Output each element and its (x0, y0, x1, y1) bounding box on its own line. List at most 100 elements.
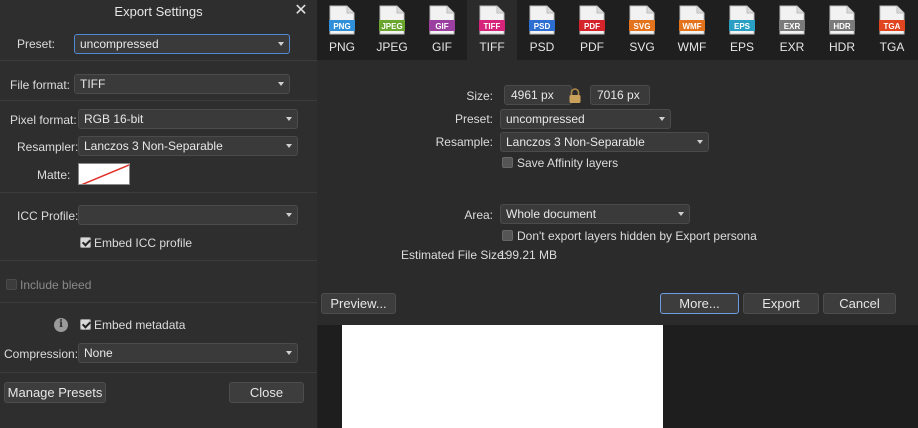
matte-label: Matte: (37, 168, 71, 182)
include-bleed-label: Include bleed (20, 278, 92, 292)
tab-label: EXR (779, 40, 805, 54)
tab-tiff[interactable]: TIFF TIFF (467, 0, 517, 60)
file-badge-text: TGA (884, 22, 901, 31)
preset-select[interactable]: uncompressed (74, 34, 290, 54)
resampler-value: Lanczos 3 Non-Separable (84, 139, 223, 153)
preview-button[interactable]: Preview... (321, 293, 396, 314)
chevron-down-icon (278, 42, 284, 46)
resample-value: Lanczos 3 Non-Separable (506, 135, 645, 149)
chevron-down-icon (286, 351, 292, 355)
resampler-label: Resampler: (17, 140, 79, 154)
wmf-file-icon: WMF (679, 5, 705, 35)
tab-hdr[interactable]: HDR HDR (817, 0, 867, 60)
svg-file-icon: SVG (629, 5, 655, 35)
tiff-file-icon: TIFF (479, 5, 505, 35)
tab-label: HDR (829, 40, 855, 54)
estimated-size-value: 199.21 MB (499, 248, 558, 262)
tab-label: PDF (580, 40, 604, 54)
icc-profile-select[interactable] (78, 205, 298, 225)
size-label: Size: (466, 89, 493, 103)
divider (0, 260, 317, 261)
resampler-select[interactable]: Lanczos 3 Non-Separable (78, 136, 298, 156)
chevron-down-icon (678, 212, 684, 216)
manage-presets-button[interactable]: Manage Presets (4, 382, 106, 403)
preset-label: Preset: (454, 112, 493, 126)
file-format-select[interactable]: TIFF (74, 74, 290, 94)
save-affinity-checkbox[interactable] (502, 157, 513, 168)
jpeg-file-icon: JPEG (379, 5, 405, 35)
tab-label: TGA (879, 40, 905, 54)
file-badge-text: JPEG (381, 22, 402, 31)
close-button[interactable]: Close (229, 382, 304, 403)
tab-label: JPEG (376, 40, 408, 54)
tab-label: EPS (729, 40, 754, 54)
matte-color-swatch[interactable] (78, 163, 130, 185)
gif-file-icon: GIF (429, 5, 455, 35)
info-icon[interactable]: i (54, 318, 68, 332)
close-icon[interactable]: ✕ (293, 2, 309, 20)
cancel-button[interactable]: Cancel (823, 293, 896, 314)
embed-metadata-checkbox[interactable] (80, 319, 91, 330)
more-button[interactable]: More... (660, 293, 739, 314)
divider (0, 60, 317, 61)
include-bleed-checkbox[interactable] (6, 279, 17, 290)
chevron-down-icon (286, 117, 292, 121)
file-badge-text: HDR (833, 22, 851, 31)
tab-eps[interactable]: EPS EPS (717, 0, 767, 60)
resample-select[interactable]: Lanczos 3 Non-Separable (500, 132, 709, 152)
no-color-slash-icon (81, 164, 129, 184)
file-badge-text: PNG (333, 22, 350, 31)
resample-label: Resample: (435, 135, 493, 149)
file-badge-text: EPS (734, 22, 751, 31)
compression-select[interactable]: None (78, 343, 298, 363)
pixel-format-select[interactable]: RGB 16-bit (78, 109, 298, 129)
lock-icon[interactable] (568, 88, 582, 104)
height-input[interactable]: 7016 px (590, 85, 650, 105)
document-preview (342, 325, 663, 428)
panel-title: Export Settings (114, 4, 203, 19)
pdf-file-icon: PDF (579, 5, 605, 35)
tab-label: WMF (677, 40, 707, 54)
file-badge-text: PDF (584, 22, 600, 31)
save-affinity-label: Save Affinity layers (517, 156, 619, 170)
chevron-down-icon (286, 144, 292, 148)
file-badge-text: WMF (682, 22, 701, 31)
dont-export-hidden-checkbox[interactable] (502, 230, 513, 241)
tab-psd[interactable]: PSD PSD (517, 0, 567, 60)
chevron-down-icon (697, 140, 703, 144)
tab-tga[interactable]: TGA TGA (867, 0, 917, 60)
tab-pdf[interactable]: PDF PDF (567, 0, 617, 60)
tab-jpeg[interactable]: JPEG JPEG (367, 0, 417, 60)
tab-exr[interactable]: EXR EXR (767, 0, 817, 60)
tab-png[interactable]: PNG PNG (317, 0, 367, 60)
tab-gif[interactable]: GIF GIF (417, 0, 467, 60)
psd-file-icon: PSD (529, 5, 555, 35)
preset-value: uncompressed (506, 112, 585, 126)
pixel-format-label: Pixel format: (10, 113, 77, 127)
pixel-format-value: RGB 16-bit (84, 112, 144, 126)
export-button[interactable]: Export (743, 293, 819, 314)
export-settings-panel: Export Settings ✕ Preset: uncompressed F… (0, 0, 318, 428)
divider (0, 192, 317, 193)
area-label: Area: (464, 208, 493, 222)
tab-label: PNG (328, 40, 355, 54)
area-select[interactable]: Whole document (500, 204, 690, 224)
divider (0, 100, 317, 101)
preset-select[interactable]: uncompressed (500, 109, 671, 129)
format-tab-bar: PNG PNG JPEG JPEG GIF GIF TIFF TIFF PSD PSD PDF PDF… (317, 0, 918, 60)
eps-file-icon: EPS (729, 5, 755, 35)
exr-file-icon: EXR (779, 5, 805, 35)
file-badge-text: PSD (534, 22, 551, 31)
file-badge-text: GIF (435, 22, 448, 31)
tab-label: TIFF (479, 40, 505, 54)
tab-svg[interactable]: SVG SVG (617, 0, 667, 60)
embed-icc-checkbox[interactable] (80, 237, 91, 248)
file-badge-text: TIFF (484, 22, 501, 31)
estimated-size-label: Estimated File Size: (401, 248, 508, 262)
tab-wmf[interactable]: WMF WMF (667, 0, 717, 60)
compression-value: None (84, 346, 113, 360)
file-badge-text: SVG (634, 22, 651, 31)
width-input[interactable]: 4961 px (504, 85, 572, 105)
tab-label: PSD (529, 40, 555, 54)
tga-file-icon: TGA (879, 5, 905, 35)
